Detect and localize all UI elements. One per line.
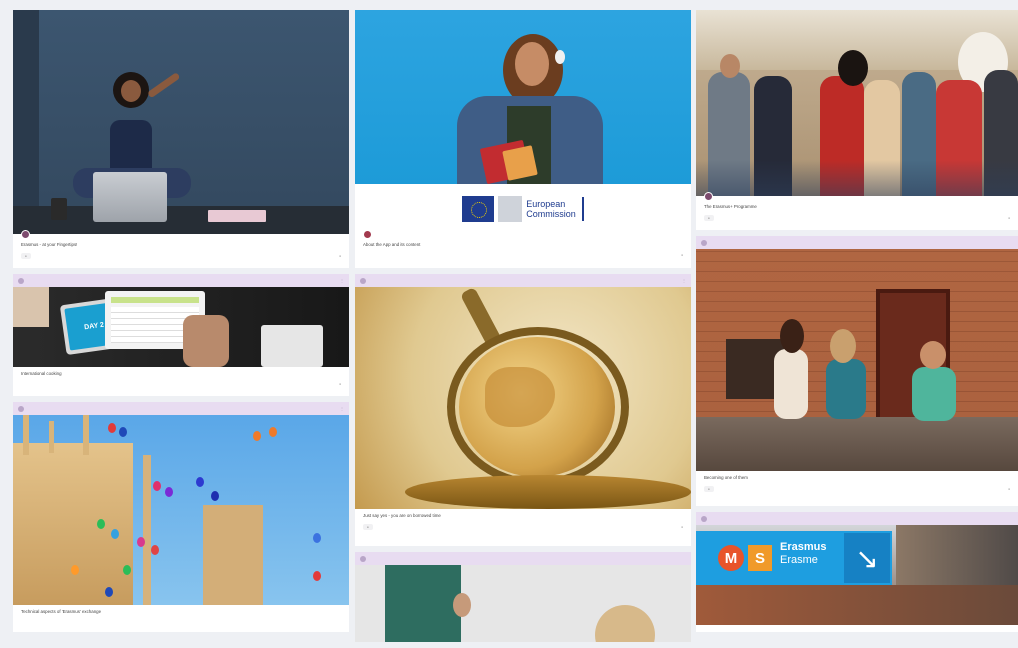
cathedral xyxy=(13,443,133,605)
face xyxy=(121,80,141,102)
post-card[interactable]: Erasmus - at your Fingertips! ● ● xyxy=(13,10,349,268)
station-name: Erasmus Erasme xyxy=(780,541,827,566)
post-body: Erasmus - at your Fingertips! ● ● xyxy=(13,230,349,263)
chalkboard xyxy=(385,565,461,642)
steps xyxy=(696,417,1018,471)
post-image[interactable] xyxy=(355,10,691,184)
metro-s-icon: S xyxy=(748,545,772,571)
post-title[interactable]: About the App and its content xyxy=(363,242,683,247)
comment-icon[interactable]: ● xyxy=(681,253,683,257)
arrow-down-right-icon: ↘ xyxy=(844,533,890,583)
books xyxy=(208,210,266,222)
column-2: European Commission About the App and it… xyxy=(355,10,691,648)
commission-text: European Commission xyxy=(526,199,576,219)
balloon xyxy=(108,423,116,433)
tag-chip[interactable]: ● xyxy=(704,486,714,492)
column-3: The Erasmus+ Programme ● ● Becoming one … xyxy=(696,10,1018,638)
comment-icon[interactable]: ● xyxy=(339,382,341,386)
post-footer: ● xyxy=(21,382,341,386)
commission-logo: European Commission xyxy=(355,184,691,234)
post-title[interactable]: Erasmus - at your Fingertips! xyxy=(21,242,341,247)
avatar[interactable] xyxy=(701,239,707,246)
spire xyxy=(143,455,151,605)
avatar[interactable] xyxy=(18,277,24,284)
post-body: Technical aspects of 'Erasmus' exchange xyxy=(13,605,349,618)
post-image[interactable] xyxy=(696,10,1018,196)
card-header: ⋮ xyxy=(13,274,349,287)
metro-m-icon: M xyxy=(718,545,744,571)
post-image[interactable] xyxy=(696,249,1018,471)
post-footer: ● ● xyxy=(21,253,341,259)
post-body: The Erasmus+ Programme ● ● xyxy=(696,192,1018,225)
hair xyxy=(595,605,655,642)
tag-chip[interactable]: ● xyxy=(21,253,31,259)
comment-icon[interactable]: ● xyxy=(1008,216,1010,220)
author-avatar[interactable] xyxy=(704,192,713,201)
globe-base xyxy=(405,475,691,509)
post-image[interactable] xyxy=(355,565,691,642)
post-image[interactable] xyxy=(355,287,691,509)
post-card[interactable]: ⋮ DAY 2 International cooking ● xyxy=(13,274,349,396)
post-body: International cooking ● xyxy=(13,367,349,390)
post-body: Just say yes - you are on borrowed time … xyxy=(355,509,691,534)
author-avatar[interactable] xyxy=(21,230,30,239)
card-header: ⋮ xyxy=(13,402,349,415)
tag-chip[interactable]: ● xyxy=(363,524,373,530)
post-card[interactable] xyxy=(355,552,691,642)
face xyxy=(515,42,549,86)
post-footer: ● ● xyxy=(704,486,1010,492)
comment-icon[interactable]: ● xyxy=(1008,487,1010,491)
post-title[interactable]: Becoming one of them xyxy=(704,475,1010,480)
comment-icon[interactable]: ● xyxy=(681,525,683,529)
headphones xyxy=(555,50,565,64)
author-avatar[interactable] xyxy=(363,230,372,239)
avatar[interactable] xyxy=(18,405,24,412)
post-title[interactable]: International cooking xyxy=(21,371,341,376)
post-card[interactable]: ⋮ Just say yes - you are on borrowed tim… xyxy=(355,274,691,546)
avatar[interactable] xyxy=(360,555,366,562)
post-card[interactable]: M S Erasmus Erasme ↘ xyxy=(696,512,1018,632)
post-card[interactable]: ⋮ Technical aspects of 'Erasmus' exchang… xyxy=(13,402,349,632)
mug xyxy=(51,198,67,220)
post-image[interactable]: DAY 2 xyxy=(13,287,349,367)
column-1: Erasmus - at your Fingertips! ● ● ⋮ DAY … xyxy=(13,10,349,638)
arm xyxy=(146,71,181,99)
hand xyxy=(453,593,471,617)
avatar[interactable] xyxy=(701,515,707,522)
post-image[interactable] xyxy=(13,10,349,234)
more-icon[interactable]: ⋮ xyxy=(340,278,344,283)
card-header xyxy=(696,512,1018,525)
jeans xyxy=(696,160,1018,196)
wall-shadow xyxy=(13,10,39,234)
shirt xyxy=(110,120,152,172)
post-image[interactable]: M S Erasmus Erasme ↘ xyxy=(696,525,1018,625)
post-body: About the App and its content ● xyxy=(355,230,691,261)
post-title[interactable]: Just say yes - you are on borrowed time xyxy=(363,513,683,518)
crowd xyxy=(696,585,1018,625)
card-header xyxy=(696,236,1018,249)
post-card[interactable]: The Erasmus+ Programme ● ● xyxy=(696,10,1018,230)
card-header: ⋮ xyxy=(355,274,691,287)
eu-flag-icon xyxy=(462,196,495,222)
post-image[interactable] xyxy=(13,415,349,605)
laptop xyxy=(93,172,167,222)
card-header xyxy=(355,552,691,565)
comment-icon[interactable]: ● xyxy=(339,254,341,258)
post-title[interactable]: The Erasmus+ Programme xyxy=(704,204,1010,209)
laptop xyxy=(261,325,323,367)
more-icon[interactable]: ⋮ xyxy=(340,406,344,411)
hand xyxy=(13,287,49,327)
tag-chip[interactable]: ● xyxy=(704,215,714,221)
post-footer: ● ● xyxy=(363,524,683,530)
more-icon[interactable]: ⋮ xyxy=(682,278,686,283)
post-card[interactable]: European Commission About the App and it… xyxy=(355,10,691,268)
post-footer: ● ● xyxy=(704,215,1010,221)
post-body: Becoming one of them ● ● xyxy=(696,471,1018,496)
arm xyxy=(183,315,229,367)
avatar[interactable] xyxy=(360,277,366,284)
post-footer: ● xyxy=(363,253,683,257)
post-title[interactable]: Technical aspects of 'Erasmus' exchange xyxy=(21,609,341,614)
student xyxy=(774,349,808,419)
post-card[interactable]: Becoming one of them ● ● xyxy=(696,236,1018,506)
